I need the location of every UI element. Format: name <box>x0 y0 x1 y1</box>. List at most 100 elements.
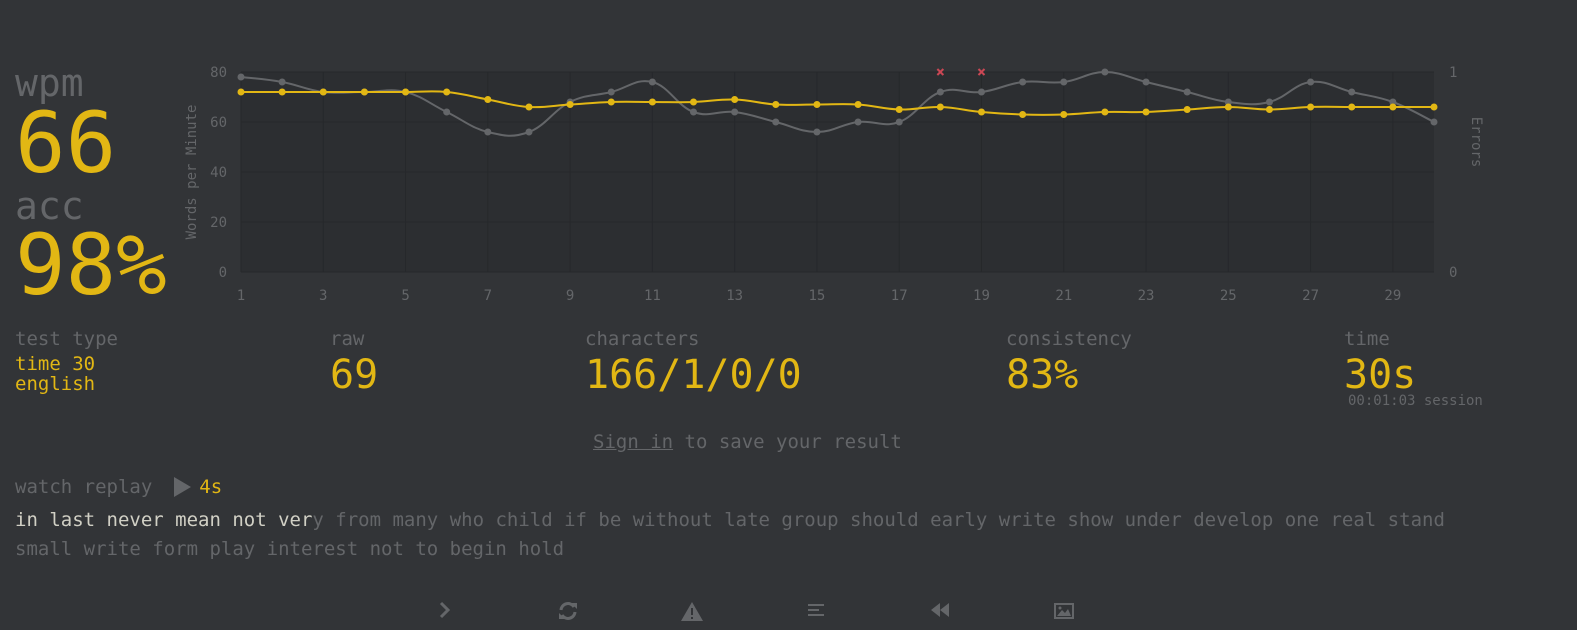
chart-point-1 <box>895 118 903 126</box>
words-history-button[interactable] <box>802 600 830 628</box>
chart-point-0 <box>1101 108 1109 116</box>
raw-value: 69 <box>330 352 379 398</box>
chart-point-1 <box>484 128 492 136</box>
chart-point-0 <box>854 101 862 108</box>
chart-point-1 <box>1101 68 1109 76</box>
chart-point-0 <box>936 103 944 111</box>
chart-x-tick: 23 <box>1138 288 1155 304</box>
watch-replay-button[interactable] <box>926 600 954 628</box>
chart-point-1 <box>731 108 739 116</box>
chart-point-1 <box>1430 118 1438 126</box>
next-test-button[interactable] <box>430 600 458 628</box>
test-type-label: test type <box>15 328 118 350</box>
chart-point-1 <box>854 118 862 126</box>
chart-point-0 <box>895 106 903 113</box>
chart-point-1 <box>813 128 821 136</box>
chart-point-0 <box>1389 103 1397 111</box>
chart-point-1 <box>1348 88 1356 96</box>
chart-point-0 <box>1142 108 1150 116</box>
typed-words: in last never mean not ver <box>15 509 313 531</box>
chart-point-0 <box>402 88 410 96</box>
chart-point-0 <box>1430 103 1438 111</box>
chart-x-tick: 3 <box>319 288 327 304</box>
chart-point-1 <box>690 108 698 116</box>
chart-x-tick: 5 <box>401 288 409 304</box>
chart-point-0 <box>607 98 615 106</box>
chart-y-tick: 80 <box>210 65 227 81</box>
backward-icon <box>931 603 949 617</box>
chart-point-0 <box>977 108 985 116</box>
chart-x-tick: 17 <box>891 288 908 304</box>
chart-point-0 <box>443 88 451 96</box>
chart-x-tick: 11 <box>644 288 661 304</box>
image-icon <box>1054 603 1074 619</box>
chart-x-tick: 21 <box>1055 288 1072 304</box>
align-left-icon <box>808 604 824 616</box>
chart-point-1 <box>1019 78 1027 86</box>
show-words-history-button[interactable] <box>678 600 706 628</box>
chart-point-0 <box>1224 103 1232 111</box>
chart-point-0 <box>1307 103 1315 111</box>
acc-value: 98% <box>15 216 167 314</box>
chart-y-tick: 40 <box>210 165 227 181</box>
play-icon[interactable] <box>174 477 192 497</box>
characters-label: characters <box>585 328 700 350</box>
wpm-value: 66 <box>15 94 117 192</box>
chart-point-1 <box>607 88 615 96</box>
test-type-mode: time 30 <box>15 353 96 375</box>
chart-point-0 <box>1348 103 1356 111</box>
chart-point-1 <box>1060 78 1068 86</box>
chart-point-1 <box>977 88 985 96</box>
chart-point-1 <box>525 128 533 136</box>
signin-prompt: Sign in to save your result <box>593 431 902 453</box>
chevron-right-icon <box>439 601 451 619</box>
chart-point-1 <box>1307 78 1315 86</box>
chart-x-tick: 25 <box>1220 288 1237 304</box>
chart-ylabel: Words per Minute <box>184 105 200 240</box>
chart-point-1 <box>237 73 245 81</box>
replay-words: in last never mean not very from many wh… <box>15 506 1475 564</box>
chart-x-tick: 9 <box>566 288 574 304</box>
chart-y-tick: 60 <box>210 115 227 131</box>
save-screenshot-button[interactable] <box>1050 600 1078 628</box>
chart-point-0 <box>525 103 533 111</box>
chart-point-1 <box>1265 98 1273 106</box>
chart-point-0 <box>319 88 327 96</box>
chart-x-tick: 27 <box>1302 288 1319 304</box>
replay-label: watch replay <box>15 476 153 498</box>
chart-point-1 <box>278 78 286 86</box>
raw-label: raw <box>330 328 365 350</box>
chart-point-0 <box>1183 106 1191 113</box>
chart-point-1 <box>1142 78 1150 86</box>
chart-point-0 <box>484 96 492 103</box>
chart-point-0 <box>813 101 821 108</box>
chart-x-tick: 29 <box>1384 288 1401 304</box>
chart-x-tick: 15 <box>809 288 826 304</box>
replay-time: 4s <box>199 476 223 498</box>
characters-value: 166/1/0/0 <box>585 352 802 398</box>
consistency-label: consistency <box>1006 328 1132 350</box>
chart-point-0 <box>278 88 286 96</box>
chart-x-tick: 13 <box>726 288 743 304</box>
restart-test-button[interactable] <box>554 600 582 628</box>
refresh-icon <box>559 602 577 620</box>
chart-point-0 <box>648 98 656 106</box>
chart-point-0 <box>772 101 780 108</box>
time-value: 30s <box>1344 352 1417 398</box>
chart-point-0 <box>690 98 698 106</box>
chart-point-0 <box>1019 111 1027 118</box>
chart-point-0 <box>237 88 245 96</box>
chart-point-1 <box>936 88 944 96</box>
wpm-chart: 0204060801 3 5 7 9 11 13 15 17 19 21 23 25 27 2901Word… <box>184 65 1484 304</box>
replay-row: watch replay 4s <box>15 476 222 498</box>
chart-y2-tick: 1 <box>1449 65 1457 81</box>
session-time: 00:01:03 session <box>1348 393 1483 409</box>
chart-y2-tick: 0 <box>1449 265 1457 281</box>
chart-point-0 <box>360 88 368 96</box>
signin-link[interactable]: Sign in <box>593 431 673 453</box>
signin-text: to save your result <box>673 431 902 453</box>
chart-x-tick: 19 <box>973 288 990 304</box>
chart-point-1 <box>1183 88 1191 96</box>
chart-point-0 <box>731 96 739 103</box>
test-type-language: english <box>15 373 96 395</box>
